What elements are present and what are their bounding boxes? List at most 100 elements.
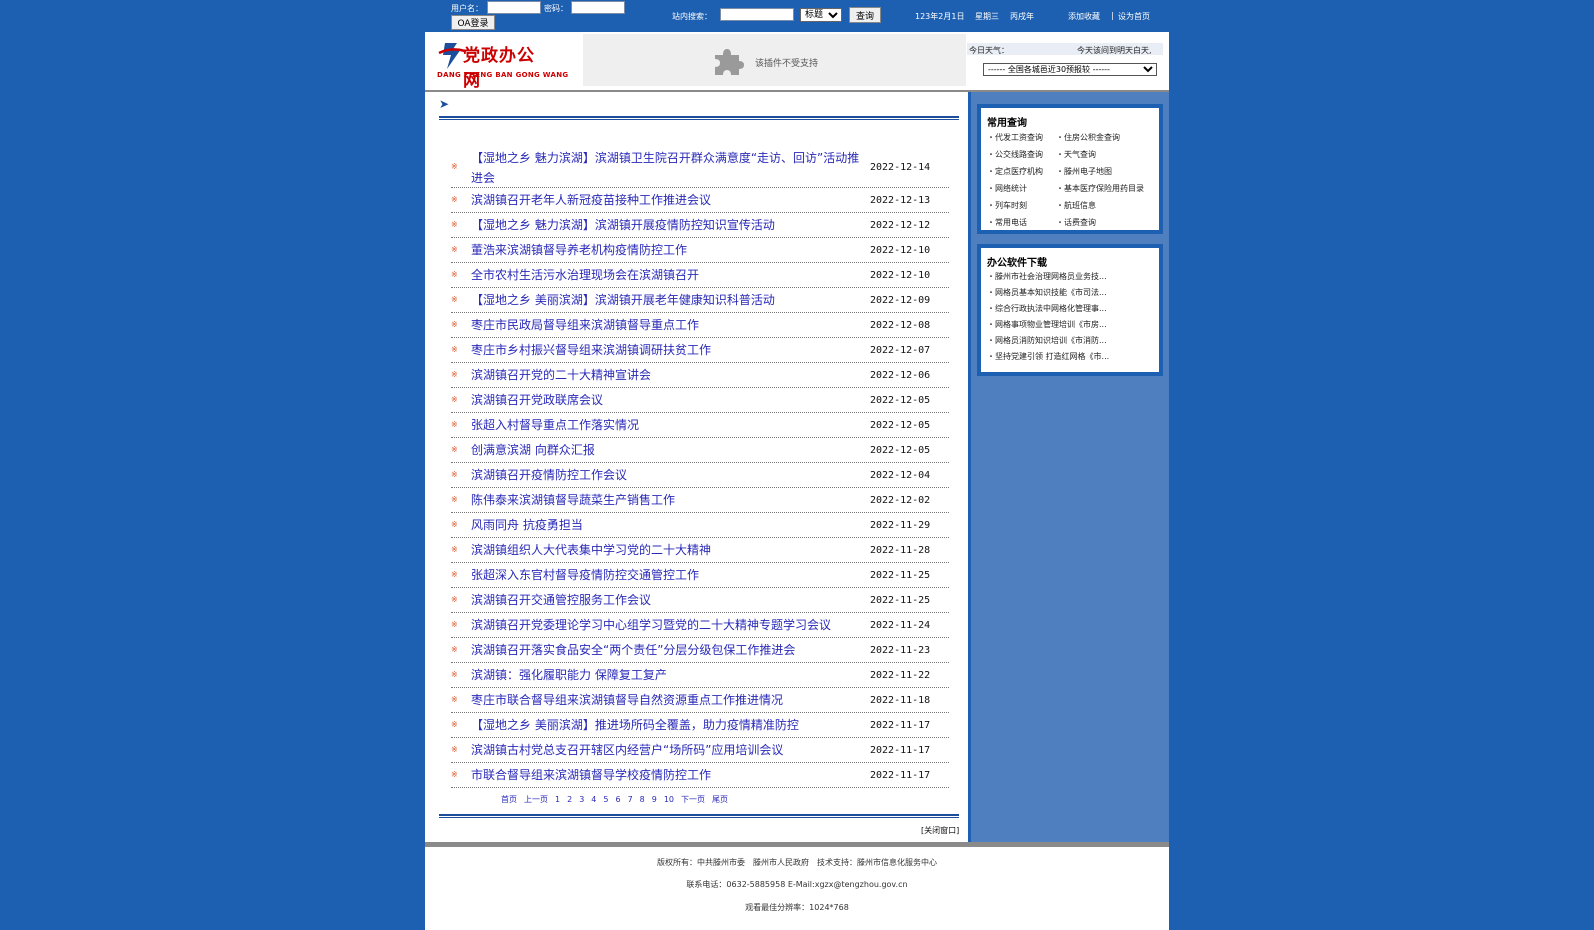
news-title-link[interactable]: 风雨同舟 抗疫勇担当 [471, 515, 861, 535]
news-date: 2022-12-05 [870, 420, 931, 431]
news-title-link[interactable]: 滨湖镇召开疫情防控工作会议 [471, 465, 861, 485]
first-page-link[interactable]: 首页 [501, 795, 517, 804]
weather-row: 今日天气： 今天该间到明天白天, [967, 43, 1163, 55]
page-number-link[interactable]: 6 [615, 795, 620, 804]
software-download-link[interactable]: ・网格员基本知识技能《市司法... [987, 287, 1107, 298]
username-input[interactable] [487, 1, 541, 14]
page: 用户名： 密码： OA登录 站内搜索： 标题 查询 123年2月1日 星期三 丙… [425, 0, 1169, 930]
bullet-icon: ※ [451, 770, 458, 779]
bullet-icon: ※ [451, 595, 458, 604]
common-query-link[interactable]: ・滕州电子地图 [1056, 166, 1112, 177]
common-query-box: 常用查询 ・代发工资查询 ・住房公积金查询 ・公交线路查询 ・天气查询 ・定点医疗机构・… [977, 104, 1163, 234]
page-number-link[interactable]: 8 [640, 795, 645, 804]
page-number-link[interactable]: 7 [628, 795, 633, 804]
news-item: ※ 滨湖镇召开党委理论学习中心组学习暨党的二十大精神专题学习会议 2022-11-2… [451, 613, 949, 638]
last-page-link[interactable]: 尾页 [712, 795, 728, 804]
page-number-link[interactable]: 9 [652, 795, 657, 804]
bullet-icon: ※ [451, 320, 458, 329]
news-item: ※ 枣庄市联合督导组来滨湖镇督导自然资源重点工作推进情况 2022-11-18 [451, 688, 949, 713]
page-number-link[interactable]: 2 [567, 795, 572, 804]
news-item: ※ 滨湖镇召开落实食品安全“两个责任”分层分级包保工作推进会 2022-11-23 [451, 638, 949, 663]
bullet-icon: ※ [451, 445, 458, 454]
logo-subtitle: DANG ZHENG BAN GONG WANG [437, 71, 569, 79]
next-page-link[interactable]: 下一页 [681, 795, 705, 804]
password-input[interactable] [571, 1, 625, 14]
common-query-link[interactable]: ・常用电话 [987, 217, 1027, 228]
news-title-link[interactable]: 滨湖镇召开交通管控服务工作会议 [471, 590, 861, 610]
news-date: 2022-12-06 [870, 370, 931, 381]
add-favorite-link[interactable]: 添加收藏 [1068, 11, 1100, 22]
bullet-icon: ※ [451, 720, 458, 729]
common-query-link[interactable]: ・定点医疗机构 [987, 166, 1043, 177]
news-date: 2022-11-18 [870, 695, 931, 706]
news-item: ※ 滨湖镇召开党政联席会议 2022-12-05 [451, 388, 949, 413]
common-query-link[interactable]: ・公交线路查询 [987, 149, 1043, 160]
bullet-icon: ※ [451, 645, 458, 654]
page-number-link[interactable]: 10 [664, 795, 674, 804]
common-query-link[interactable]: ・住房公积金查询 [1056, 132, 1120, 143]
news-date: 2022-12-05 [870, 445, 931, 456]
news-title-link[interactable]: 市联合督导组来滨湖镇督导学校疫情防控工作 [471, 765, 861, 785]
bullet-icon: ※ [451, 495, 458, 504]
common-query-link[interactable]: ・网络统计 [987, 183, 1027, 194]
news-title-link[interactable]: 【湿地之乡 魅力滨湖】滨湖镇开展疫情防控知识宣传活动 [471, 215, 861, 235]
header: 党政办公网 DANG ZHENG BAN GONG WANG 该插件不受支持 今… [425, 32, 1169, 91]
software-download-link[interactable]: ・坚持党建引领 打造红网格《市... [987, 351, 1109, 362]
page-number-link[interactable]: 3 [579, 795, 584, 804]
news-title-link[interactable]: 陈伟泰来滨湖镇督导蔬菜生产销售工作 [471, 490, 861, 510]
news-title-link[interactable]: 【湿地之乡 美丽滨湖】滨湖镇开展老年健康知识科普活动 [471, 290, 861, 310]
page-number-link[interactable]: 5 [603, 795, 608, 804]
footer: 版权所有：中共滕州市委 滕州市人民政府 技术支持：滕州市信息化服务中心 联系电话… [425, 847, 1169, 930]
software-download-link[interactable]: ・滕州市社会治理网格员业务技... [987, 271, 1107, 282]
footer-resolution: 观看最佳分辨率：1024*768 [745, 903, 849, 912]
close-window-link[interactable]: [关闭窗口] [921, 825, 959, 836]
news-title-link[interactable]: 张超深入东官村督导疫情防控交通管控工作 [471, 565, 861, 585]
news-title-link[interactable]: 滨湖镇召开党委理论学习中心组学习暨党的二十大精神专题学习会议 [471, 615, 861, 635]
news-title-link[interactable]: 【湿地之乡 魅力滨湖】滨湖镇卫生院召开群众满意度“走访、回访”活动推进会 [471, 148, 861, 188]
news-title-link[interactable]: 滨湖镇组织人大代表集中学习党的二十大精神 [471, 540, 861, 560]
current-date: 123年2月1日 [915, 12, 965, 21]
logo-title: 党政办公网 [463, 46, 535, 91]
news-title-link[interactable]: 滨湖镇召开落实食品安全“两个责任”分层分级包保工作推进会 [471, 640, 861, 660]
news-title-link[interactable]: 创满意滨湖 向群众汇报 [471, 440, 861, 460]
search-field-select[interactable]: 标题 [800, 8, 842, 22]
common-query-link[interactable]: ・天气查询 [1056, 149, 1096, 160]
city-weather-select[interactable]: ------ 全国各城邑近30预报较 ------ [983, 63, 1157, 76]
news-title-link[interactable]: 枣庄市乡村振兴督导组来滨湖镇调研扶贫工作 [471, 340, 861, 360]
common-query-link[interactable]: ・话费查询 [1056, 217, 1096, 228]
news-date: 2022-11-22 [870, 670, 931, 681]
news-title-link[interactable]: 滨湖镇：强化履职能力 保障复工复产 [471, 665, 861, 685]
news-item: ※ 张超深入东官村督导疫情防控交通管控工作 2022-11-25 [451, 563, 949, 588]
bottom-double-rule [439, 814, 959, 818]
link-separator: | [1111, 11, 1114, 20]
page-number-link[interactable]: 1 [555, 795, 560, 804]
set-homepage-link[interactable]: 设为首页 [1118, 11, 1150, 22]
query-button[interactable]: 查询 [849, 7, 881, 23]
news-date: 2022-12-02 [870, 495, 931, 506]
common-query-link[interactable]: ・列车时刻 [987, 200, 1027, 211]
news-title-link[interactable]: 滨湖镇古村党总支召开辖区内经营户“场所码”应用培训会议 [471, 740, 861, 760]
news-title-link[interactable]: 董浩来滨湖镇督导养老机构疫情防控工作 [471, 240, 861, 260]
software-download-link[interactable]: ・综合行政执法中网格化管理事... [987, 303, 1107, 314]
common-query-link[interactable]: ・基本医疗保险用药目录 [1056, 183, 1144, 194]
page-number-link[interactable]: 4 [591, 795, 596, 804]
software-download-link[interactable]: ・网格事项物业管理培训《市房... [987, 319, 1107, 330]
news-title-link[interactable]: 枣庄市民政局督导组来滨湖镇督导重点工作 [471, 315, 861, 335]
news-title-link[interactable]: 全市农村生活污水治理现场会在滨湖镇召开 [471, 265, 861, 285]
news-item: ※ 滨湖镇召开党的二十大精神宣讲会 2022-12-06 [451, 363, 949, 388]
common-query-link[interactable]: ・代发工资查询 [987, 132, 1043, 143]
news-title-link[interactable]: 枣庄市联合督导组来滨湖镇督导自然资源重点工作推进情况 [471, 690, 861, 710]
prev-page-link[interactable]: 上一页 [524, 795, 548, 804]
news-title-link[interactable]: 张超入村督导重点工作落实情况 [471, 415, 861, 435]
news-title-link[interactable]: 滨湖镇召开党政联席会议 [471, 390, 861, 410]
software-download-link[interactable]: ・网格员消防知识培训《市消防... [987, 335, 1107, 346]
news-item: ※ 【湿地之乡 魅力滨湖】滨湖镇开展疫情防控知识宣传活动 2022-12-12 [451, 213, 949, 238]
news-title-link[interactable]: 滨湖镇召开老年人新冠疫苗接种工作推进会议 [471, 190, 861, 210]
oa-login-button[interactable]: OA登录 [451, 15, 495, 30]
common-query-link[interactable]: ・航班信息 [1056, 200, 1096, 211]
news-title-link[interactable]: 【湿地之乡 美丽滨湖】推进场所码全覆盖，助力疫情精准防控 [471, 715, 861, 735]
search-input[interactable] [720, 8, 794, 21]
password-label: 密码： [544, 4, 568, 13]
news-title-link[interactable]: 滨湖镇召开党的二十大精神宣讲会 [471, 365, 861, 385]
site-logo[interactable]: 党政办公网 DANG ZHENG BAN GONG WANG [437, 39, 568, 91]
